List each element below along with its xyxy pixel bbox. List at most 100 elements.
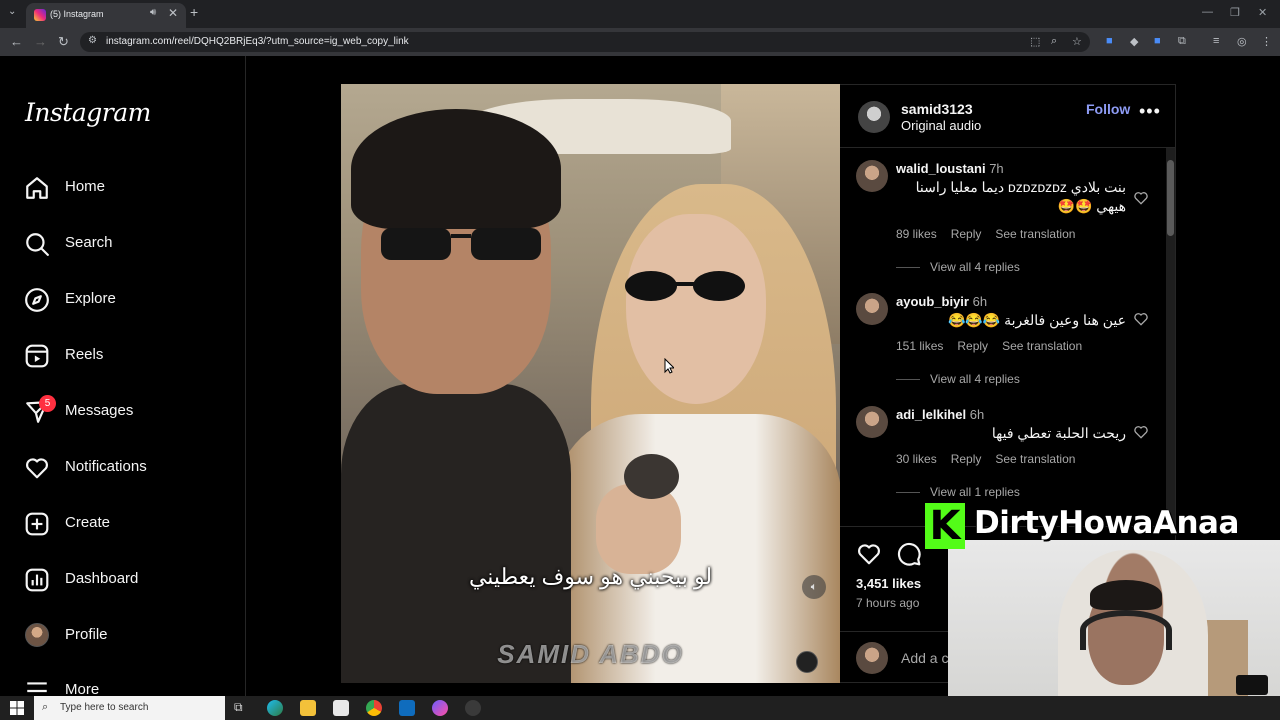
sidebar-item-messages[interactable]: 5 Messages xyxy=(24,391,234,431)
instagram-logo[interactable]: Instagram xyxy=(25,98,151,127)
back-icon[interactable]: ← xyxy=(10,34,23,49)
owner-username[interactable]: samid3123 xyxy=(901,101,973,117)
audio-thumbnail[interactable] xyxy=(796,651,818,673)
sidebar-item-search[interactable]: Search xyxy=(24,223,234,263)
sidebar-item-profile[interactable]: Profile xyxy=(24,615,234,655)
sidebar-item-home[interactable]: Home xyxy=(24,167,234,207)
chrome-icon[interactable] xyxy=(366,700,382,716)
audio-label[interactable]: Original audio xyxy=(901,118,981,133)
edge-icon[interactable] xyxy=(267,700,283,716)
comment-like-heart-icon[interactable] xyxy=(1133,424,1149,440)
kick-logo-letter: K xyxy=(929,503,961,549)
sidebar-item-create[interactable]: Create xyxy=(24,503,234,543)
maximize-icon[interactable]: ❐ xyxy=(1230,6,1240,19)
new-tab-icon[interactable]: + xyxy=(190,4,198,20)
comment-meta: 151 likes Reply See translation xyxy=(896,339,1096,353)
forward-icon[interactable]: → xyxy=(34,34,47,49)
file-explorer-icon[interactable] xyxy=(300,700,316,716)
comment-reply-button[interactable]: Reply xyxy=(951,452,982,466)
reels-icon xyxy=(25,344,49,368)
extension-icon[interactable]: ◆ xyxy=(1130,35,1138,48)
scrollbar-thumb[interactable] xyxy=(1167,160,1174,236)
comment-username[interactable]: adi_lelkihel xyxy=(896,407,966,422)
install-app-icon[interactable]: ⬚ xyxy=(1030,35,1040,48)
follow-button[interactable]: Follow xyxy=(1086,101,1130,117)
comment-likes[interactable]: 151 likes xyxy=(896,339,943,353)
comment-text: عين هنا وعين فالغربة 😂😂😂 xyxy=(947,312,1126,328)
tab-close-icon[interactable]: ✕ xyxy=(168,6,178,20)
minimize-icon[interactable]: — xyxy=(1202,6,1213,18)
owner-avatar[interactable] xyxy=(858,101,890,133)
heart-icon xyxy=(26,458,48,479)
tab-search-chevron-icon[interactable]: ⌄ xyxy=(8,6,16,17)
tab-audio-icon[interactable]: 🔊︎ xyxy=(150,7,156,18)
reel-video[interactable]: لو بيحبني هو سوف يعطيني SAMID ABDO 🔈︎ xyxy=(341,84,840,683)
extensions-puzzle-icon[interactable]: ⧉ xyxy=(1178,35,1186,48)
comment-bubble-icon[interactable] xyxy=(896,541,922,567)
video-subtitle: لو بيحبني هو سوف يعطيني xyxy=(468,564,713,589)
windows-start-icon[interactable] xyxy=(10,701,24,715)
address-bar[interactable]: ⚙ instagram.com/reel/DQHQ2BRjEq3/?utm_so… xyxy=(80,32,1090,52)
sidebar-item-label: Home xyxy=(65,178,106,195)
commenter-avatar[interactable] xyxy=(856,293,888,325)
like-heart-icon[interactable] xyxy=(856,541,882,567)
obs-icon[interactable] xyxy=(465,700,481,716)
view-replies-label: View all 1 replies xyxy=(930,485,1020,499)
see-translation-link[interactable]: See translation xyxy=(1002,339,1082,353)
sidebar-item-explore[interactable]: Explore xyxy=(24,279,234,319)
more-options-icon[interactable]: ••• xyxy=(1139,101,1161,122)
sidebar-item-label: Reels xyxy=(65,346,104,363)
task-view-icon[interactable]: ⧉ xyxy=(234,700,250,716)
comment-user-line: walid_loustani 7h xyxy=(896,161,1004,176)
comment-username[interactable]: ayoub_biyir xyxy=(896,294,969,309)
comment-likes[interactable]: 89 likes xyxy=(896,227,937,241)
window-close-icon[interactable]: ✕ xyxy=(1258,6,1267,19)
comment-username[interactable]: walid_loustani xyxy=(896,161,986,176)
view-replies-button[interactable]: View all 4 replies xyxy=(896,372,1020,386)
view-replies-button[interactable]: View all 4 replies xyxy=(896,260,1020,274)
comment-item: adi_lelkihel 6h ريحت الحلبة تعطي فيها 30… xyxy=(840,394,1168,504)
browser-tab[interactable]: (5) Instagram 🔊︎ ✕ xyxy=(26,3,186,28)
comment-reply-button[interactable]: Reply xyxy=(957,339,988,353)
search-icon xyxy=(26,233,49,256)
comments-scrollbar[interactable] xyxy=(1166,148,1175,526)
sidebar-item-notifications[interactable]: Notifications xyxy=(24,447,234,487)
comment-user-line: ayoub_biyir 6h xyxy=(896,294,987,309)
profile-icon[interactable]: ◎ xyxy=(1237,35,1247,48)
current-user-avatar xyxy=(856,642,888,674)
comment-likes[interactable]: 30 likes xyxy=(896,452,937,466)
see-translation-link[interactable]: See translation xyxy=(995,227,1075,241)
view-replies-button[interactable]: View all 1 replies xyxy=(896,485,1020,499)
comment-reply-button[interactable]: Reply xyxy=(951,227,982,241)
commenter-avatar[interactable] xyxy=(856,160,888,192)
comment-like-heart-icon[interactable] xyxy=(1133,190,1149,206)
post-likes-count[interactable]: 3,451 likes xyxy=(856,576,921,591)
post-header: samid3123 Original audio Follow ••• xyxy=(840,85,1176,148)
site-info-icon[interactable]: ⚙ xyxy=(88,35,97,46)
browser-menu-icon[interactable]: ⋮ xyxy=(1261,35,1272,48)
extension-translate-icon[interactable]: ■ xyxy=(1106,35,1113,47)
sidebar-item-reels[interactable]: Reels xyxy=(24,335,234,375)
instagram-sidebar: Instagram Home Search Explore Reels 5 Me… xyxy=(0,56,246,698)
reload-icon[interactable]: ↻ xyxy=(58,34,69,50)
extension-shield-icon[interactable]: ■ xyxy=(1154,35,1161,47)
url-text[interactable]: instagram.com/reel/DQHQ2BRjEq3/?utm_sour… xyxy=(106,36,409,47)
zoom-icon[interactable]: ⌕ xyxy=(1051,35,1057,48)
man-hair xyxy=(351,109,561,229)
media-control-icon[interactable]: ≡ xyxy=(1213,35,1219,47)
comment-like-heart-icon[interactable] xyxy=(1133,311,1149,327)
store-icon[interactable] xyxy=(333,700,349,716)
instagram-favicon-icon xyxy=(34,9,46,21)
app-icon[interactable] xyxy=(432,700,448,716)
microphone xyxy=(624,454,679,499)
comment-user-line: adi_lelkihel 6h xyxy=(896,407,984,422)
outlook-icon[interactable] xyxy=(399,700,415,716)
add-comment-input[interactable]: Add a c xyxy=(901,650,948,666)
commenter-avatar[interactable] xyxy=(856,406,888,438)
bookmark-star-icon[interactable]: ☆ xyxy=(1072,35,1082,48)
see-translation-link[interactable]: See translation xyxy=(995,452,1075,466)
taskbar-search-box[interactable]: ⌕ Type here to search xyxy=(34,696,225,720)
volume-icon[interactable]: 🔈︎ xyxy=(802,575,826,599)
profile-avatar xyxy=(25,623,49,647)
sidebar-item-dashboard[interactable]: Dashboard xyxy=(24,559,234,599)
